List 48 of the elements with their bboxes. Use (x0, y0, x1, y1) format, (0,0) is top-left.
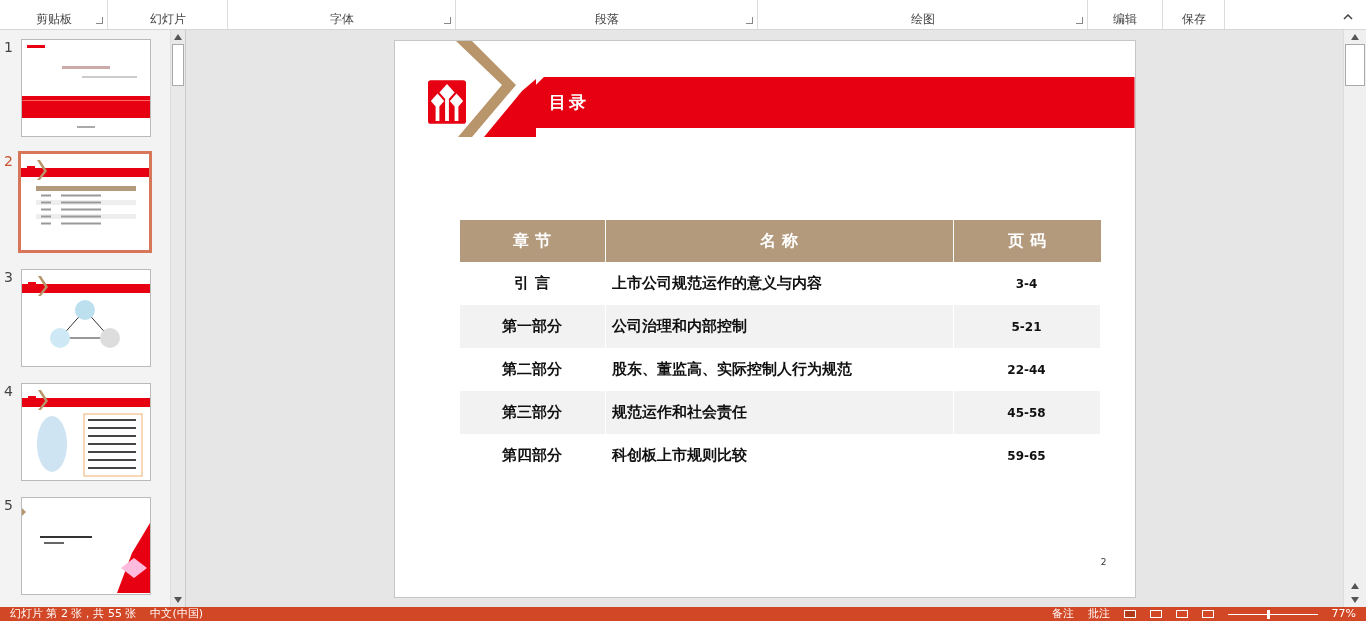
group-label: 幻灯片 (149, 12, 186, 26)
slide-sorter-icon[interactable] (1149, 610, 1162, 618)
normal-view-icon[interactable] (1123, 610, 1136, 618)
slide-title: 目录 (548, 91, 589, 114)
scrollbar-thumb[interactable] (172, 44, 184, 86)
logo-icon (427, 80, 466, 124)
slideshow-icon[interactable] (1201, 610, 1214, 618)
group-label: 绘图 (910, 12, 935, 26)
table-cell: 第四部分 (459, 434, 606, 477)
slide-count-text: 幻灯片 第 2 张，共 55 张 (10, 607, 137, 621)
slide-number: 3 (4, 269, 14, 287)
slide-number: 5 (4, 497, 14, 515)
group-label: 字体 (329, 12, 354, 26)
slide-thumbnail[interactable] (18, 151, 152, 253)
zoom-level[interactable]: 77% (1331, 607, 1356, 621)
comments-button[interactable]: 批注 (1087, 607, 1110, 621)
dialog-launcher-icon[interactable] (96, 17, 103, 24)
slide-thumbnail[interactable] (21, 269, 151, 367)
language-label[interactable]: 中文(中国) (150, 607, 204, 621)
scroll-up-icon[interactable] (1351, 34, 1359, 40)
collapse-ribbon-icon[interactable] (1343, 14, 1353, 20)
slide-thumbnail[interactable] (21, 39, 151, 137)
slide-scrollbar[interactable] (1343, 30, 1366, 607)
scroll-up-icon[interactable] (174, 34, 182, 40)
dialog-launcher-icon[interactable] (1076, 17, 1083, 24)
zoom-slider-thumb[interactable] (1267, 609, 1271, 619)
slide-number: 4 (4, 383, 14, 401)
page-number: 2 (1100, 557, 1107, 567)
table-cell: 科创板上市规则比较 (605, 434, 954, 477)
group-label: 段落 (594, 12, 619, 26)
table-cell: 59-65 (953, 434, 1101, 477)
slide-number: 1 (4, 39, 14, 57)
scroll-down-icon[interactable] (174, 597, 182, 603)
thumbnail-scrollbar[interactable] (170, 30, 185, 607)
group-label: 编辑 (1113, 12, 1137, 26)
column-header: 页 码 (1007, 229, 1047, 252)
dialog-launcher-icon[interactable] (746, 17, 753, 24)
previous-slide-icon[interactable] (1351, 583, 1359, 589)
group-label: 剪贴板 (35, 12, 72, 26)
slide-thumbnail[interactable] (21, 497, 151, 595)
group-label: 保存 (1181, 12, 1206, 26)
slide-number: 2 (4, 153, 14, 171)
dialog-launcher-icon[interactable] (444, 17, 451, 24)
next-slide-icon[interactable] (1351, 597, 1359, 603)
scrollbar-thumb[interactable] (1345, 44, 1365, 86)
reading-view-icon[interactable] (1175, 610, 1188, 618)
notes-button[interactable]: 备注 (1051, 607, 1074, 621)
slide-thumbnail[interactable] (21, 383, 151, 481)
